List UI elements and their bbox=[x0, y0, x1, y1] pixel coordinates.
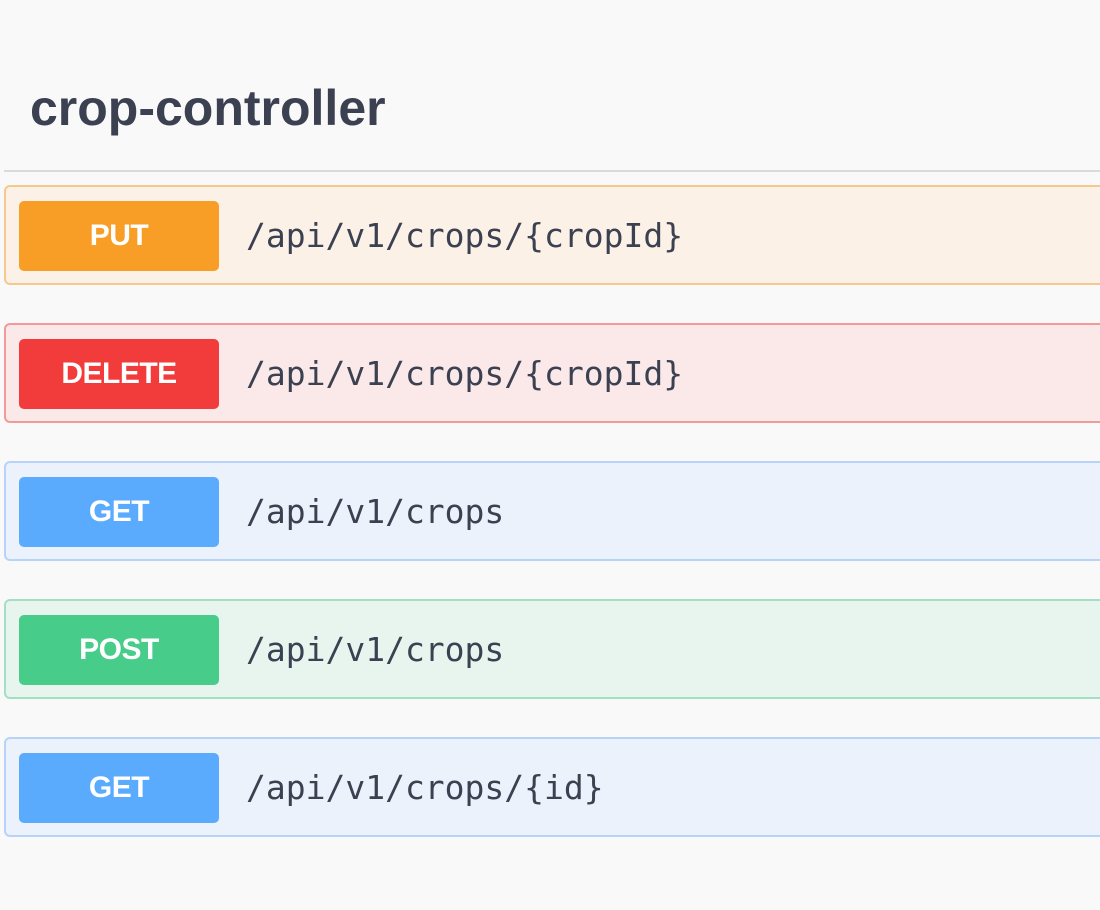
method-badge-get: GET bbox=[19, 477, 219, 547]
method-badge-delete: DELETE bbox=[19, 339, 219, 409]
method-badge-put: PUT bbox=[19, 201, 219, 271]
operations-list: PUT /api/v1/crops/{cropId} DELETE /api/v… bbox=[4, 185, 1100, 875]
operation-post-crops[interactable]: POST /api/v1/crops bbox=[4, 599, 1100, 699]
operation-path: /api/v1/crops bbox=[246, 630, 505, 669]
operation-put-crop[interactable]: PUT /api/v1/crops/{cropId} bbox=[4, 185, 1100, 285]
operation-path: /api/v1/crops/{id} bbox=[246, 768, 604, 807]
operation-get-crops[interactable]: GET /api/v1/crops bbox=[4, 461, 1100, 561]
operation-get-crop-by-id[interactable]: GET /api/v1/crops/{id} bbox=[4, 737, 1100, 837]
method-badge-get: GET bbox=[19, 753, 219, 823]
operation-path: /api/v1/crops/{cropId} bbox=[246, 354, 684, 393]
method-badge-post: POST bbox=[19, 615, 219, 685]
controller-title: crop-controller bbox=[30, 80, 386, 136]
controller-section-header[interactable]: crop-controller bbox=[4, 60, 1100, 172]
operation-delete-crop[interactable]: DELETE /api/v1/crops/{cropId} bbox=[4, 323, 1100, 423]
swagger-page: crop-controller PUT /api/v1/crops/{cropI… bbox=[0, 0, 1100, 910]
operation-path: /api/v1/crops/{cropId} bbox=[246, 216, 684, 255]
operation-path: /api/v1/crops bbox=[246, 492, 505, 531]
